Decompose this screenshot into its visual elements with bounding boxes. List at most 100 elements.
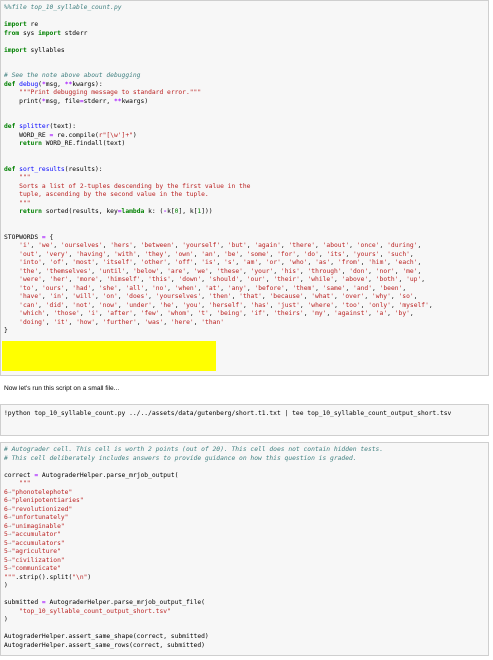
code-token: 'they' [144, 250, 168, 258]
code-token: syllables [26, 46, 65, 54]
code-line: 6→"unfortunately" [4, 514, 488, 523]
code-token: 'between' [140, 242, 175, 249]
code-token: , [379, 242, 388, 249]
code-token: 'its' [326, 250, 346, 258]
code-token: , [333, 293, 342, 300]
code-token: "revolutionized" [11, 505, 73, 513]
code-token: 'will' [72, 293, 96, 300]
code-line: 'doing', 'it', 'how', 'further', 'was', … [4, 319, 488, 328]
code-token: 'are' [167, 267, 187, 275]
code-token: , [95, 259, 103, 266]
code-token: import [4, 46, 27, 54]
code-token: 'who' [288, 259, 308, 266]
code-token: AutograderHelper.parse_mrjob_output( [38, 471, 179, 479]
code-cell-top10-script[interactable]: %%file top_10_syllable_count.pyimport re… [0, 0, 489, 376]
code-token: , [402, 284, 407, 292]
code-token: , [41, 276, 50, 283]
code-token: , [38, 301, 46, 309]
code-token: , [345, 250, 354, 258]
code-line: !python top_10_syllable_count.py ../../a… [4, 410, 488, 419]
code-token: 'before' [254, 284, 285, 292]
code-token: msg, file [45, 97, 80, 105]
code-token: 'if' [250, 310, 266, 317]
code-token: 'these' [216, 267, 243, 275]
code-token: stderr [60, 29, 88, 37]
code-token: , [390, 301, 399, 309]
code-token: , [280, 259, 289, 266]
code-token: 'his' [280, 267, 300, 275]
code-token: STOPWORDS [4, 233, 42, 241]
code-token: , [34, 284, 42, 292]
code-cell-run-script[interactable]: !python top_10_syllable_count.py ../../a… [0, 404, 489, 436]
code-token: , [334, 276, 342, 283]
code-token: # This cell deliberately includes answer… [4, 454, 357, 462]
code-token: # See the note above about debugging [4, 72, 141, 79]
code-token: 'by' [394, 310, 410, 317]
code-line: 6→"unimaginable" [4, 523, 488, 532]
code-token: %%file top_10_syllable_count.py [4, 4, 122, 11]
code-token: print( [4, 97, 42, 105]
code-token: "plenipotentiaries" [11, 497, 84, 504]
code-line: 5→"agriculture" [4, 548, 488, 557]
code-token: 'did' [45, 301, 65, 309]
code-token: , [239, 250, 247, 258]
code-editor[interactable]: !python top_10_syllable_count.py ../../a… [1, 405, 488, 419]
code-token: 'were' [19, 276, 42, 283]
code-token: 'be' [224, 250, 240, 258]
code-token: , [296, 250, 304, 258]
code-token: , [167, 284, 175, 292]
code-token: 'during' [387, 242, 418, 249]
code-token: 'such' [387, 250, 410, 258]
code-token: 'he' [159, 301, 175, 309]
code-token: , [349, 242, 357, 249]
code-token: 'own' [174, 250, 194, 258]
code-line: from sys import stderr [4, 30, 488, 39]
code-token: 'that' [239, 293, 262, 300]
code-line: %%file top_10_syllable_count.py [4, 4, 488, 13]
code-token: 'once' [356, 242, 380, 249]
code-token: 'my' [311, 310, 327, 317]
code-token: 'their' [273, 276, 300, 283]
code-token: 'only' [368, 301, 391, 309]
code-token: 'in' [49, 293, 65, 300]
code-line: 5→"civilization" [4, 557, 488, 566]
code-token: 'we' [193, 267, 209, 275]
code-editor[interactable]: %%file top_10_syllable_count.pyimport re… [1, 1, 488, 336]
code-token: , [68, 318, 77, 326]
code-token: , [125, 267, 133, 275]
code-line: AutograderHelper.assert_same_rows(correc… [4, 642, 488, 651]
code-token: , [417, 259, 422, 266]
code-token: ) [87, 573, 92, 581]
code-cell-autograder[interactable]: # Autograder cell. This cell is worth 2 … [0, 442, 489, 656]
code-token: , [220, 242, 228, 249]
code-token: , [315, 242, 323, 249]
code-line: return sorted(results, key=lambda k: (-k… [4, 208, 488, 217]
code-editor[interactable]: # Autograder cell. This cell is worth 2 … [1, 443, 488, 650]
code-token: 'am' [243, 259, 259, 266]
code-line: WORD_RE = re.compile(r"[\w']+") [4, 132, 488, 141]
code-token: 'where' [307, 301, 335, 309]
code-token: , [372, 284, 380, 292]
code-token: 'up' [406, 276, 422, 283]
code-token: 'yourself' [182, 242, 221, 249]
code-token: 'our' [246, 276, 266, 283]
code-line: 'i', 'we', 'ourselves', 'hers', 'between… [4, 242, 488, 251]
code-line: import syllables [4, 47, 488, 56]
code-line: 6→"revolutionized" [4, 506, 488, 515]
code-token: "agriculture" [11, 548, 61, 555]
code-token: , [41, 259, 50, 266]
code-token: 'ourselves' [60, 242, 103, 249]
code-token: """ [4, 199, 31, 207]
code-token: 'to' [19, 284, 35, 292]
code-token: WORD_RE.findall(text) [41, 140, 126, 147]
code-token: 'your' [250, 267, 274, 275]
code-token: sys [19, 29, 39, 37]
code-token: 'but' [227, 242, 247, 249]
code-line: correct = AutograderHelper.parse_mrjob_o… [4, 472, 488, 481]
